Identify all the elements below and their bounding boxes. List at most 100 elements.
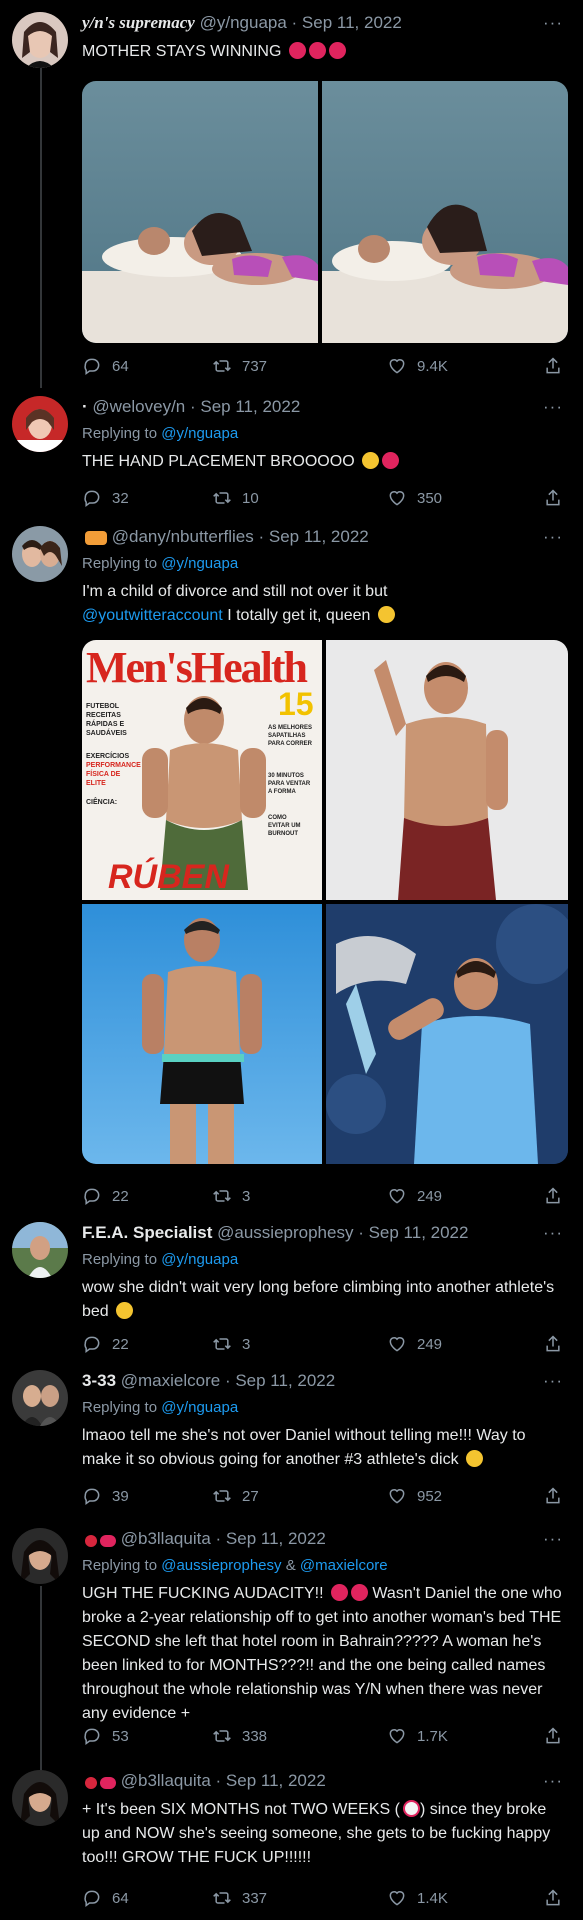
like-button[interactable]: 1.7K bbox=[387, 1726, 448, 1746]
replying-to-link[interactable]: @maxielcore bbox=[300, 1557, 388, 1574]
timestamp[interactable]: · Sep 11, 2022 bbox=[216, 1771, 326, 1790]
heart-icon bbox=[389, 1189, 405, 1204]
rose-emoji-icon bbox=[85, 1777, 97, 1789]
angry-emoji-icon bbox=[330, 1584, 348, 1601]
more-icon[interactable]: ··· bbox=[543, 1528, 563, 1550]
timestamp[interactable]: · Sep 11, 2022 bbox=[225, 1371, 335, 1390]
reply-button[interactable]: 22 bbox=[82, 1334, 129, 1354]
handle[interactable]: @b3llaquita bbox=[121, 1529, 211, 1548]
share-button[interactable] bbox=[543, 1334, 563, 1354]
share-button[interactable] bbox=[543, 1888, 563, 1908]
retweet-button[interactable]: 3 bbox=[212, 1334, 250, 1354]
replying-to-link[interactable]: @y/nguapa bbox=[161, 425, 238, 442]
avatar[interactable] bbox=[12, 526, 68, 582]
tweet-media-grid[interactable]: Men'sHealth 15 FUTEBOL RECEITAS RÁPIDAS … bbox=[82, 640, 568, 1164]
display-name[interactable]: 3-33 bbox=[82, 1371, 116, 1390]
cover-line: PARA VENTAR bbox=[268, 781, 311, 787]
share-button[interactable] bbox=[543, 488, 563, 508]
handle[interactable]: @welovey/n bbox=[92, 397, 185, 416]
more-icon[interactable]: ··· bbox=[543, 526, 563, 548]
more-icon[interactable]: ··· bbox=[543, 1770, 563, 1792]
photo-image[interactable] bbox=[82, 904, 322, 1164]
handle[interactable]: @dany/nbutterflies bbox=[112, 527, 254, 546]
retweet-button[interactable]: 737 bbox=[212, 356, 267, 376]
replying-to-link[interactable]: @aussieprophesy bbox=[161, 1557, 281, 1574]
reply-button[interactable]: 32 bbox=[82, 488, 129, 508]
timestamp[interactable]: · Sep 11, 2022 bbox=[190, 397, 300, 416]
tweet[interactable]: 3-33 @maxielcore · Sep 11, 2022 ··· Repl… bbox=[0, 1360, 583, 1510]
angry-emoji-icon bbox=[288, 42, 306, 59]
magazine-number: 15 bbox=[278, 686, 314, 722]
mention-link[interactable]: @youtwitteraccount bbox=[82, 607, 223, 624]
angry-emoji-icon bbox=[382, 452, 400, 469]
like-button[interactable]: 249 bbox=[387, 1186, 442, 1206]
display-name[interactable]: · bbox=[82, 397, 88, 416]
retweet-button[interactable]: 338 bbox=[212, 1726, 267, 1746]
handle[interactable]: @maxielcore bbox=[121, 1371, 220, 1390]
tweet[interactable]: @dany/nbutterflies · Sep 11, 2022 ··· Re… bbox=[0, 518, 583, 1220]
tweet[interactable]: @b3llaquita · Sep 11, 2022 ··· Replying … bbox=[0, 1510, 583, 1750]
avatar[interactable] bbox=[12, 1222, 68, 1278]
share-button[interactable] bbox=[543, 1486, 563, 1506]
timestamp[interactable]: · Sep 11, 2022 bbox=[292, 13, 402, 32]
retweet-icon bbox=[213, 1338, 231, 1350]
magazine-cover-image[interactable]: Men'sHealth 15 FUTEBOL RECEITAS RÁPIDAS … bbox=[82, 640, 322, 900]
retweet-button[interactable]: 3 bbox=[212, 1186, 250, 1206]
like-button[interactable]: 952 bbox=[387, 1486, 442, 1506]
reply-button[interactable]: 22 bbox=[82, 1186, 129, 1206]
replying-to-link[interactable]: @y/nguapa bbox=[161, 555, 238, 572]
tweet[interactable]: y/n's supremacy @y/nguapa · Sep 11, 2022… bbox=[0, 0, 583, 388]
share-button[interactable] bbox=[543, 1186, 563, 1206]
like-button[interactable]: 1.4K bbox=[387, 1888, 448, 1908]
tweet[interactable]: · @welovey/n · Sep 11, 2022 ··· Replying… bbox=[0, 388, 583, 518]
reply-button[interactable]: 64 bbox=[82, 1888, 129, 1908]
timestamp[interactable]: · Sep 11, 2022 bbox=[258, 527, 368, 546]
tweet[interactable]: F.E.A. Specialist @aussieprophesy · Sep … bbox=[0, 1210, 583, 1360]
like-button[interactable]: 350 bbox=[387, 488, 442, 508]
tweet[interactable]: @b3llaquita · Sep 11, 2022 ··· + It's be… bbox=[0, 1758, 583, 1920]
retweet-count: 27 bbox=[242, 1487, 259, 1505]
replying-to-link[interactable]: @y/nguapa bbox=[161, 1399, 238, 1416]
photo-image[interactable] bbox=[326, 640, 568, 900]
reply-button[interactable]: 64 bbox=[82, 356, 129, 376]
photo-image[interactable] bbox=[326, 904, 568, 1164]
timestamp[interactable]: · Sep 11, 2022 bbox=[358, 1223, 468, 1242]
avatar[interactable] bbox=[12, 396, 68, 452]
retweet-button[interactable]: 27 bbox=[212, 1486, 259, 1506]
retweet-count: 338 bbox=[242, 1727, 268, 1745]
tweet-media[interactable] bbox=[82, 81, 568, 343]
avatar[interactable] bbox=[12, 1370, 68, 1426]
reply-icon bbox=[84, 490, 100, 507]
share-icon bbox=[546, 1335, 560, 1352]
retweet-button[interactable]: 337 bbox=[212, 1888, 267, 1908]
handle[interactable]: @b3llaquita bbox=[121, 1771, 211, 1790]
handle[interactable]: @aussieprophesy bbox=[217, 1223, 353, 1242]
retweet-button[interactable]: 10 bbox=[212, 488, 259, 508]
avatar[interactable] bbox=[12, 1528, 68, 1584]
retweet-icon bbox=[213, 492, 231, 504]
like-button[interactable]: 9.4K bbox=[387, 356, 448, 376]
share-button[interactable] bbox=[543, 1726, 563, 1746]
more-icon[interactable]: ··· bbox=[543, 1370, 563, 1392]
reply-button[interactable]: 53 bbox=[82, 1726, 129, 1746]
retweet-count: 3 bbox=[242, 1187, 251, 1205]
retweet-count: 10 bbox=[242, 489, 259, 507]
reply-icon bbox=[84, 1188, 100, 1205]
display-name[interactable]: F.E.A. Specialist bbox=[82, 1223, 212, 1242]
share-button[interactable] bbox=[543, 356, 563, 376]
more-icon[interactable]: ··· bbox=[543, 396, 563, 418]
replying-to: Replying to @y/nguapa bbox=[82, 1250, 563, 1270]
more-icon[interactable]: ··· bbox=[543, 12, 563, 34]
avatar[interactable] bbox=[12, 12, 68, 68]
timestamp[interactable]: · Sep 11, 2022 bbox=[216, 1529, 326, 1548]
retweet-icon bbox=[213, 1892, 231, 1904]
replying-to-link[interactable]: @y/nguapa bbox=[161, 1251, 238, 1268]
avatar[interactable] bbox=[12, 1770, 68, 1826]
reply-button[interactable]: 39 bbox=[82, 1486, 129, 1506]
tweet-text-line: I totally get it, queen bbox=[227, 607, 371, 624]
handle[interactable]: @y/nguapa bbox=[200, 13, 287, 32]
display-name[interactable]: y/n's supremacy bbox=[82, 13, 195, 32]
more-icon[interactable]: ··· bbox=[543, 1222, 563, 1244]
cover-line: FUTEBOL bbox=[86, 703, 120, 710]
like-button[interactable]: 249 bbox=[387, 1334, 442, 1354]
